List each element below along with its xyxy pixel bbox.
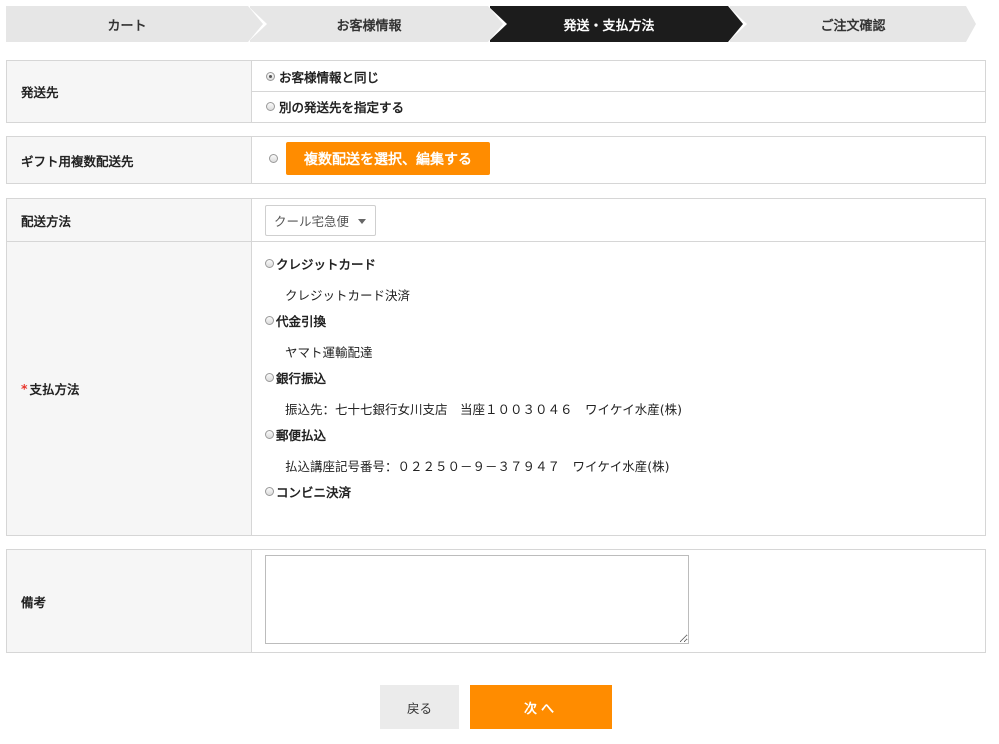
shipping-destination-label: 発送先 [7, 61, 252, 122]
remarks-cell [252, 550, 985, 652]
payment-method-row: * 支払方法 クレジットカード クレジットカード決済 代金引換 ヤマト運輸配達 … [7, 242, 985, 535]
option-label: 別の発送先を指定する [279, 100, 405, 115]
step-shipping-payment: 発送・支払方法 [490, 6, 747, 42]
step-customer-info: お客様情報 [250, 6, 507, 42]
payment-desc-postal-transfer: 払込講座記号番号：０２２５０－９－３７９４７ ワイケイ水産(株) [285, 459, 670, 474]
delivery-payment-section: 配送方法 クール宅急便 * 支払方法 クレジットカード クレジットカード決済 代… [6, 198, 986, 536]
radio-icon[interactable] [266, 72, 275, 81]
payment-option-convenience-store[interactable]: コンビニ決済 [265, 482, 351, 501]
delivery-method-select[interactable]: クール宅急便 [265, 205, 376, 236]
back-button[interactable]: 戻る [380, 685, 459, 729]
shipping-same-as-customer-option[interactable]: お客様情報と同じ [266, 67, 379, 86]
step-label: ご注文確認 [820, 18, 886, 34]
radio-icon[interactable] [265, 373, 274, 382]
payment-method-label: 支払方法 [29, 382, 80, 397]
payment-option-postal-transfer[interactable]: 郵便払込 [265, 425, 326, 444]
remarks-section: 備考 [6, 549, 986, 653]
shipping-other-address-option[interactable]: 別の発送先を指定する [266, 97, 404, 116]
shipping-destination-section: 発送先 お客様情報と同じ 別の発送先を指定する [6, 60, 986, 123]
radio-icon[interactable] [265, 430, 274, 439]
payment-desc-cod: ヤマト運輸配達 [285, 345, 373, 360]
payment-option-credit-card[interactable]: クレジットカード [265, 254, 376, 273]
option-label: お客様情報と同じ [279, 70, 380, 85]
radio-icon[interactable] [265, 487, 274, 496]
payment-method-options: クレジットカード クレジットカード決済 代金引換 ヤマト運輸配達 銀行振込 振込… [252, 242, 985, 535]
next-button[interactable]: 次へ [470, 685, 612, 729]
delivery-method-row: 配送方法 クール宅急便 [7, 199, 985, 241]
step-label: カート [107, 18, 147, 34]
payment-method-label-cell: * 支払方法 [7, 242, 252, 535]
option-label: クレジットカード [276, 257, 377, 272]
radio-icon[interactable] [266, 102, 275, 111]
payment-desc-credit-card: クレジットカード決済 [285, 288, 411, 303]
option-label: 代金引換 [276, 314, 327, 329]
gift-multi-destination-section: ギフト用複数配送先 複数配送を選択、編集する [6, 136, 986, 184]
option-label: 郵便払込 [276, 428, 327, 443]
radio-icon[interactable] [265, 316, 274, 325]
radio-icon[interactable] [265, 259, 274, 268]
delivery-method-label: 配送方法 [7, 199, 252, 241]
gift-multi-destination-label: ギフト用複数配送先 [7, 137, 252, 183]
option-label: コンビニ決済 [276, 485, 352, 500]
remarks-label: 備考 [7, 550, 252, 652]
step-order-confirm: ご注文確認 [730, 6, 976, 42]
gift-radio-icon[interactable] [269, 154, 278, 163]
delivery-method-cell: クール宅急便 [252, 199, 985, 241]
delivery-method-value: クール宅急便 [274, 214, 350, 229]
checkout-steps: カート お客様情報 発送・支払方法 ご注文確認 [6, 6, 976, 42]
step-cart: カート [6, 6, 267, 42]
step-label: お客様情報 [336, 18, 402, 34]
payment-option-cod[interactable]: 代金引換 [265, 311, 326, 330]
remarks-textarea[interactable] [265, 555, 689, 644]
option-label: 銀行振込 [276, 371, 327, 386]
payment-option-bank-transfer[interactable]: 銀行振込 [265, 368, 326, 387]
required-mark: * [21, 381, 28, 396]
divider [252, 91, 985, 92]
chevron-down-icon [358, 219, 366, 224]
step-label: 発送・支払方法 [563, 18, 655, 34]
multi-delivery-edit-button[interactable]: 複数配送を選択、編集する [286, 142, 490, 175]
gift-multi-destination-cell: 複数配送を選択、編集する [252, 137, 985, 183]
payment-desc-bank-transfer: 振込先：七十七銀行女川支店 当座１００３０４６ ワイケイ水産(株) [285, 402, 683, 417]
